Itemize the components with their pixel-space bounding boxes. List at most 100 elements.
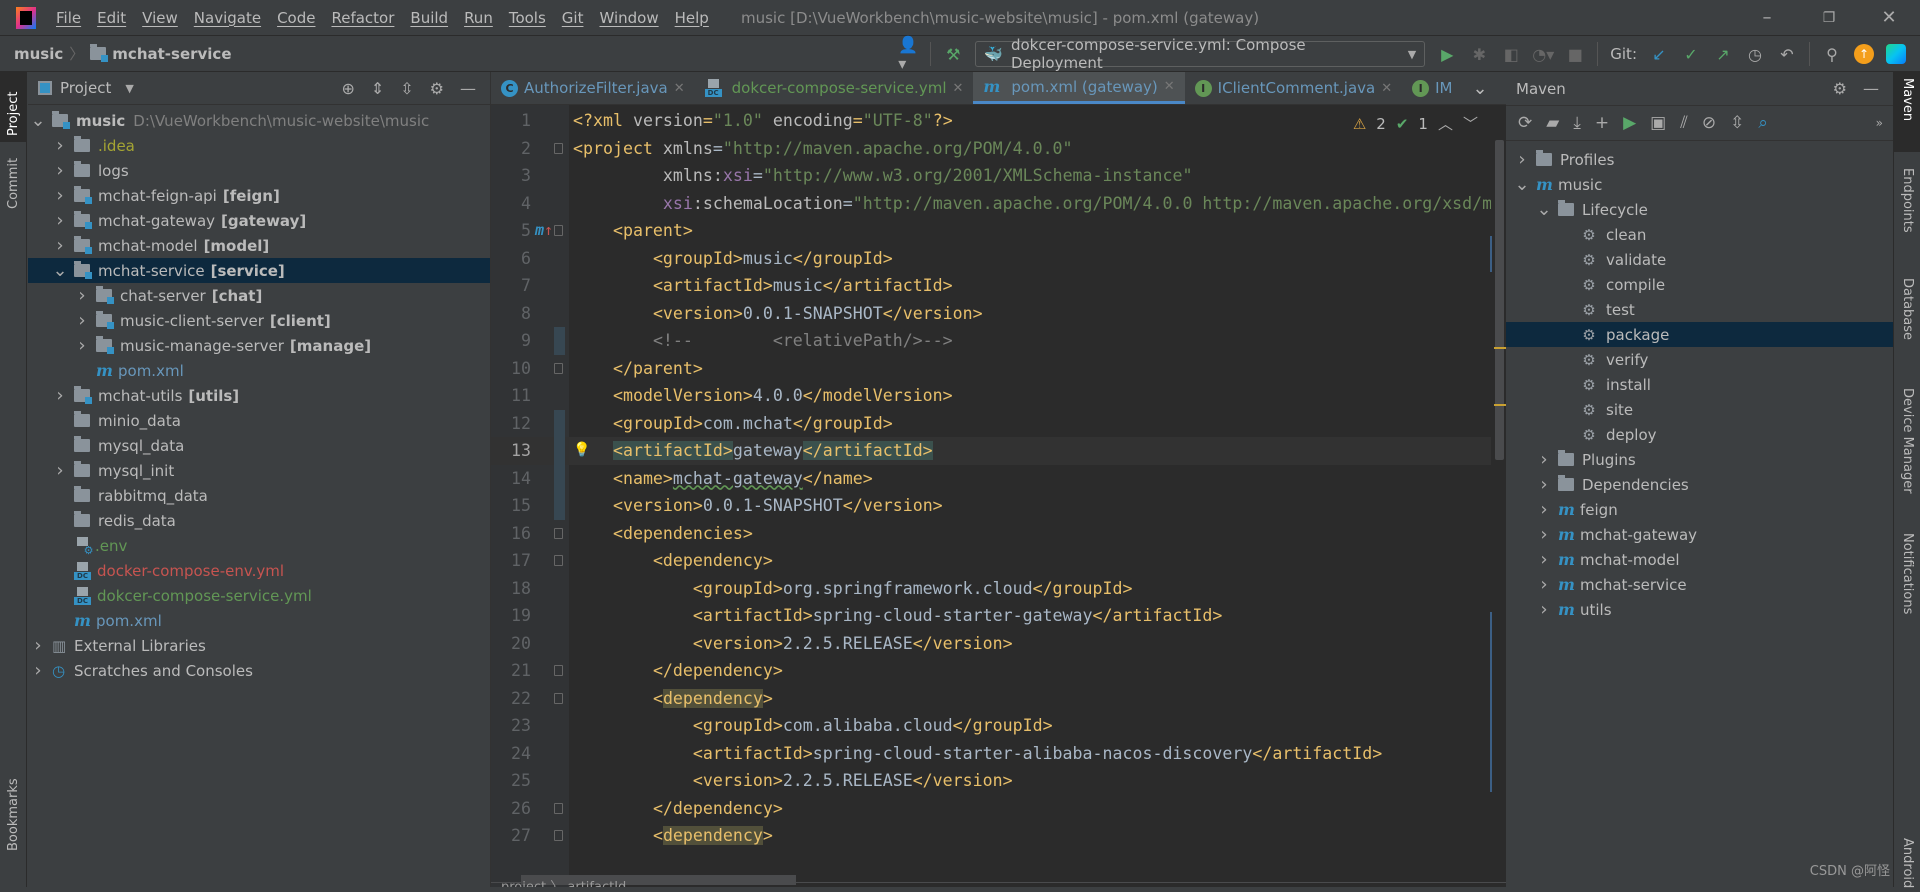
user-icon[interactable]: 👤▾ bbox=[898, 35, 918, 73]
profile-icon[interactable]: ◔▾ bbox=[1532, 44, 1554, 64]
chevron-right-icon[interactable]: › bbox=[1514, 149, 1530, 170]
code-line[interactable]: 28 <groupId>com.alibaba.cloud</groupId> bbox=[491, 850, 1491, 853]
code-line[interactable]: 10 </parent> bbox=[491, 355, 1491, 383]
fold-marker-icon[interactable] bbox=[554, 555, 563, 566]
coverage-icon[interactable]: ◧ bbox=[1501, 44, 1521, 64]
tree-item-pom-xml[interactable]: m pom.xml bbox=[28, 358, 490, 383]
tree-item-mchat-service[interactable]: ⌄ mchat-service [service] bbox=[28, 258, 490, 283]
tree-item-plugins[interactable]: › Plugins bbox=[1506, 447, 1893, 472]
collapse-all-icon[interactable]: ⇳ bbox=[1730, 113, 1744, 133]
code-line[interactable]: 19 <artifactId>spring-cloud-starter-gate… bbox=[491, 602, 1491, 630]
chevron-right-icon[interactable]: › bbox=[74, 285, 90, 306]
tree-item-site[interactable]: ⚙ site bbox=[1506, 397, 1893, 422]
menu-view[interactable]: View bbox=[134, 9, 186, 27]
menu-help[interactable]: Help bbox=[667, 9, 717, 27]
toggle-offline-icon[interactable]: ⫽ bbox=[1680, 113, 1688, 133]
chevron-right-icon[interactable]: › bbox=[74, 310, 90, 331]
search-icon[interactable]: ⚲ bbox=[1822, 44, 1842, 64]
tree-item-mchat-utils[interactable]: › mchat-utils [utils] bbox=[28, 383, 490, 408]
tree-item--idea[interactable]: › .idea bbox=[28, 133, 490, 158]
chevron-right-icon[interactable]: › bbox=[1536, 524, 1552, 545]
tool-tab-endpoints[interactable]: Endpoints bbox=[1894, 162, 1920, 262]
tree-item-pom-xml[interactable]: m pom.xml bbox=[28, 608, 490, 633]
tree-item-music[interactable]: ⌄ m music bbox=[1506, 172, 1893, 197]
chevron-right-icon[interactable]: › bbox=[52, 185, 68, 206]
tree-item-chat-server[interactable]: › chat-server [chat] bbox=[28, 283, 490, 308]
code-line[interactable]: 20 <version>2.2.5.RELEASE</version> bbox=[491, 630, 1491, 658]
chevron-down-icon[interactable]: ⌄ bbox=[52, 260, 68, 281]
chevron-right-icon[interactable]: › bbox=[52, 135, 68, 156]
menu-window[interactable]: Window bbox=[591, 9, 666, 27]
tree-item-mchat-feign-api[interactable]: › mchat-feign-api [feign] bbox=[28, 183, 490, 208]
fold-marker-icon[interactable] bbox=[554, 830, 563, 841]
run-icon[interactable]: ▶ bbox=[1437, 44, 1457, 64]
tab-iclientcomment-java[interactable]: I IClientComment.java ✕ bbox=[1185, 72, 1402, 104]
breadcrumb-mchat-service[interactable]: mchat-service bbox=[112, 45, 231, 63]
hide-icon[interactable]: — bbox=[460, 79, 476, 98]
stop-icon[interactable]: ■ bbox=[1565, 44, 1585, 64]
tree-item-package[interactable]: ⚙ package bbox=[1506, 322, 1893, 347]
code-line[interactable]: 6 <groupId>music</groupId> bbox=[491, 245, 1491, 273]
collapse-all-icon[interactable]: ⇳ bbox=[400, 79, 413, 98]
tree-item-mchat-gateway[interactable]: › mchat-gateway [gateway] bbox=[28, 208, 490, 233]
code-line[interactable]: 24 <artifactId>spring-cloud-starter-alib… bbox=[491, 740, 1491, 768]
fold-marker-icon[interactable] bbox=[554, 225, 563, 236]
chevron-down-icon[interactable]: ⌄ bbox=[30, 110, 46, 131]
menu-run[interactable]: Run bbox=[456, 9, 501, 27]
hide-icon[interactable]: — bbox=[1863, 79, 1879, 98]
tree-item-external-libraries[interactable]: › ▥ External Libraries bbox=[28, 633, 490, 658]
tree-item-music-manage-server[interactable]: › music-manage-server [manage] bbox=[28, 333, 490, 358]
tree-item-deploy[interactable]: ⚙ deploy bbox=[1506, 422, 1893, 447]
gear-icon[interactable]: ⚙ bbox=[1833, 79, 1847, 98]
code-line[interactable]: 26 </dependency> bbox=[491, 795, 1491, 823]
tree-item-feign[interactable]: › m feign bbox=[1506, 497, 1893, 522]
changed-line-marker[interactable] bbox=[554, 327, 565, 355]
code-line[interactable]: 5 m↑ <parent> bbox=[491, 217, 1491, 245]
tree-item-scratches-and-consoles[interactable]: › ◷ Scratches and Consoles bbox=[28, 658, 490, 683]
code-line[interactable]: 14 <name>mchat-gateway</name> bbox=[491, 464, 1491, 492]
tool-tab-bookmarks[interactable]: Bookmarks bbox=[0, 757, 27, 857]
menu-edit[interactable]: Edit bbox=[89, 9, 134, 27]
tool-tab-maven[interactable]: Maven bbox=[1894, 72, 1920, 152]
maven-parent-gutter-icon[interactable]: m↑ bbox=[535, 217, 553, 245]
fold-marker-icon[interactable] bbox=[554, 692, 563, 704]
tree-item-utils[interactable]: › m utils bbox=[1506, 597, 1893, 622]
chevron-down-icon[interactable]: ⌄ bbox=[1536, 199, 1552, 220]
tree-item-docker-compose-env-yml[interactable]: DC docker-compose-env.yml bbox=[28, 558, 490, 583]
code-line[interactable]: 7 <artifactId>music</artifactId> bbox=[491, 272, 1491, 300]
code-line[interactable]: 13 💡 <artifactId>gateway</artifactId> bbox=[491, 437, 1491, 465]
fold-marker-icon[interactable] bbox=[554, 527, 563, 539]
tree-item-test[interactable]: ⚙ test bbox=[1506, 297, 1893, 322]
vertical-scrollbar[interactable] bbox=[1495, 140, 1504, 460]
code-line[interactable]: 3 xmlns:xsi="http://www.w3.org/2001/XMLS… bbox=[491, 162, 1491, 190]
tree-item-mchat-model[interactable]: › mchat-model [model] bbox=[28, 233, 490, 258]
changed-line-marker[interactable] bbox=[554, 464, 565, 492]
tool-tab-project[interactable]: Project bbox=[0, 72, 27, 142]
tree-item-music-client-server[interactable]: › music-client-server [client] bbox=[28, 308, 490, 333]
tree-item-mchat-model[interactable]: › m mchat-model bbox=[1506, 547, 1893, 572]
chevron-right-icon[interactable]: › bbox=[52, 460, 68, 481]
close-tab-icon[interactable]: ✕ bbox=[1164, 79, 1175, 94]
code-line[interactable]: 16 <dependencies> bbox=[491, 520, 1491, 548]
tool-tab-notifications[interactable]: Notifications bbox=[1894, 527, 1920, 647]
chevron-right-icon[interactable]: › bbox=[52, 385, 68, 406]
menu-code[interactable]: Code bbox=[269, 9, 323, 27]
menu-git[interactable]: Git bbox=[554, 9, 592, 27]
close-tab-icon[interactable]: ✕ bbox=[1381, 81, 1392, 96]
code-line[interactable]: 21 </dependency> bbox=[491, 657, 1491, 685]
chevron-right-icon[interactable]: › bbox=[1536, 449, 1552, 470]
tab-pom-xml-gateway-[interactable]: m pom.xml (gateway) ✕ bbox=[973, 72, 1185, 104]
chevron-right-icon[interactable]: › bbox=[52, 210, 68, 231]
git-update-icon[interactable]: ↙ bbox=[1649, 44, 1669, 64]
tab-list-chevron-down-icon[interactable]: ⌄ bbox=[1463, 72, 1498, 104]
menu-navigate[interactable]: Navigate bbox=[186, 9, 269, 27]
tree-item-rabbitmq-data[interactable]: rabbitmq_data bbox=[28, 483, 490, 508]
code-line[interactable]: 27 <dependency> bbox=[491, 822, 1491, 850]
toolbox-icon[interactable] bbox=[1886, 44, 1906, 64]
more-icon[interactable]: » bbox=[1876, 116, 1893, 130]
expand-all-icon[interactable]: ⇕ bbox=[371, 79, 384, 98]
chevron-right-icon[interactable]: › bbox=[1536, 474, 1552, 495]
code-line[interactable]: 1 <?xml version="1.0" encoding="UTF-8"?> bbox=[491, 107, 1491, 135]
tool-tab-device-manager[interactable]: Device Manager bbox=[1894, 382, 1920, 512]
tab-authorizefilter-java[interactable]: C AuthorizeFilter.java ✕ bbox=[491, 72, 695, 104]
